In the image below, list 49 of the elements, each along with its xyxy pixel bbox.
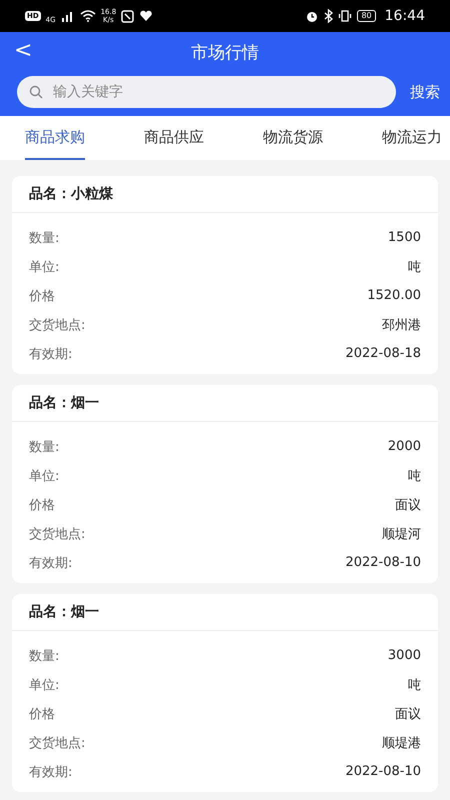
product-name: 品名：烟一 (29, 394, 99, 412)
page-title: 市场行情 (191, 42, 259, 64)
field-label: 有效期: (29, 554, 72, 572)
wifi-icon (80, 10, 96, 22)
vibrate-icon (338, 9, 352, 23)
field-label: 单位: (29, 258, 60, 276)
field-label: 有效期: (29, 764, 72, 780)
search-field[interactable]: 输入关键字 (17, 76, 396, 108)
field-value: 1500 (388, 230, 421, 245)
field-value: 吨 (408, 258, 421, 276)
product-name: 品名：烟一 (29, 603, 99, 621)
product-name: 品名：小粒煤 (29, 185, 113, 203)
field-value: 面议 (395, 706, 421, 722)
field-value: 顺堤港 (382, 734, 421, 752)
tab[interactable]: 物流运力 (382, 116, 442, 160)
signal-icon (60, 10, 75, 22)
bluetooth-icon (324, 9, 334, 23)
field-value: 邳州港 (382, 316, 421, 334)
field-value: 2022-08-18 (345, 346, 421, 361)
tab[interactable]: 商品求购 (25, 116, 85, 160)
field-label: 单位: (29, 468, 60, 484)
field-value: 2000 (388, 439, 421, 454)
field-value: 2022-08-10 (345, 764, 421, 779)
field-value: 3000 (388, 648, 421, 663)
field-value: 吨 (408, 468, 421, 484)
search-icon (29, 85, 43, 99)
field-value: 吨 (408, 676, 421, 694)
field-label: 数量: (29, 648, 60, 664)
field-label: 价格 (29, 288, 55, 304)
field-label: 交货地点: (29, 316, 86, 334)
search-button[interactable]: 搜索 (410, 82, 440, 102)
field-label: 有效期: (29, 346, 72, 362)
field-value: 顺堤河 (382, 526, 421, 542)
field-label: 交货地点: (29, 526, 86, 542)
heart-icon (139, 10, 154, 22)
field-label: 价格 (29, 706, 55, 722)
field-value: 2022-08-10 (345, 555, 421, 570)
field-label: 数量: (29, 438, 60, 456)
field-value: 面议 (395, 496, 421, 514)
tab[interactable]: 物流货源 (263, 116, 323, 160)
field-label: 单位: (29, 676, 60, 694)
back-button[interactable]: < (10, 38, 36, 63)
field-value: 1520.00 (367, 288, 421, 303)
clock: 16:44 (384, 8, 425, 24)
field-label: 数量: (29, 230, 60, 246)
tab[interactable]: 商品供应 (144, 116, 204, 160)
field-label: 交货地点: (29, 734, 86, 752)
battery-icon: 80 (357, 10, 376, 22)
field-label: 价格 (29, 496, 55, 514)
